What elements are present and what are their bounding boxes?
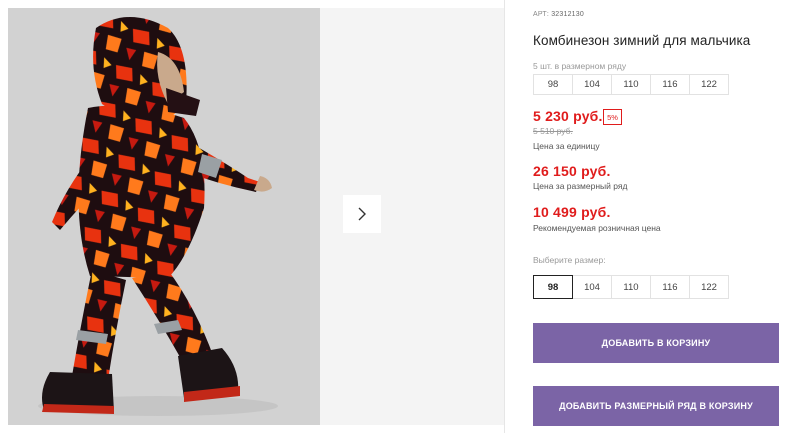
size-option-122[interactable]: 122: [689, 275, 729, 299]
sku-label: АРТ:: [533, 11, 550, 18]
size-option-110[interactable]: 110: [611, 275, 651, 299]
chevron-right-icon: [358, 207, 366, 221]
sku: АРТ: 32312130: [533, 11, 584, 18]
pack-price: 26 150 руб.: [533, 163, 611, 179]
size-option-98[interactable]: 98: [533, 275, 573, 299]
add-pack-to-cart-button[interactable]: ДОБАВИТЬ РАЗМЕРНЫЙ РЯД В КОРЗИНУ: [533, 386, 779, 426]
next-image-button[interactable]: [343, 195, 381, 233]
pack-size-104: 104: [572, 74, 612, 95]
size-option-104[interactable]: 104: [572, 275, 612, 299]
pack-size-122: 122: [689, 74, 729, 95]
retail-price: 10 499 руб.: [533, 204, 611, 220]
product-photo[interactable]: [8, 8, 320, 425]
pack-caption: 5 шт. в размерном ряду: [533, 61, 627, 71]
divider: [504, 0, 505, 433]
pack-price-caption: Цена за размерный ряд: [533, 181, 628, 191]
product-title: Комбинезон зимний для мальчика: [533, 33, 751, 48]
size-selector: 98 104 110 116 122: [533, 275, 729, 299]
product-gallery: [0, 0, 504, 433]
unit-price: 5 230 руб.: [533, 108, 603, 124]
child-in-snowsuit-image: [8, 8, 320, 425]
discount-badge: 5%: [603, 109, 622, 125]
sku-value: 32312130: [551, 11, 584, 18]
pack-size-98: 98: [533, 74, 573, 95]
old-price: 5 510 руб.: [533, 126, 573, 136]
add-to-cart-button[interactable]: ДОБАВИТЬ В КОРЗИНУ: [533, 323, 779, 363]
size-option-116[interactable]: 116: [650, 275, 690, 299]
size-select-caption: Выберите размер:: [533, 255, 606, 265]
unit-price-caption: Цена за единицу: [533, 141, 600, 151]
retail-price-caption: Рекомендуемая розничная цена: [533, 223, 661, 233]
pack-size-116: 116: [650, 74, 690, 95]
pack-size-list: 98 104 110 116 122: [533, 74, 729, 95]
pack-size-110: 110: [611, 74, 651, 95]
